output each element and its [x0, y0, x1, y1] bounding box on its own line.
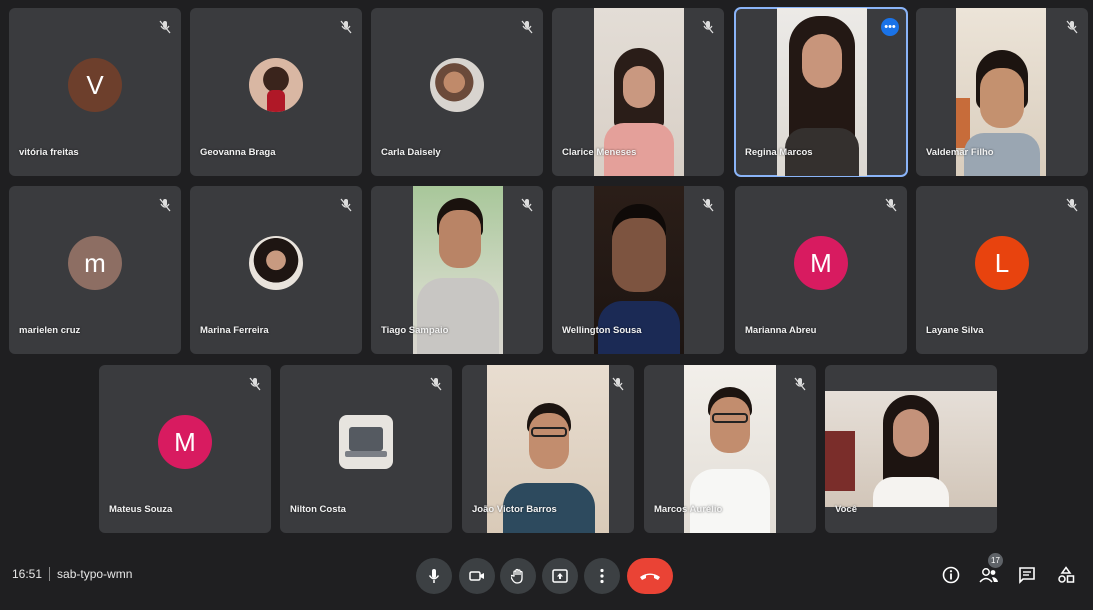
mic-off-icon	[702, 20, 714, 34]
participant-name: Layane Silva	[926, 325, 984, 336]
participant-tile[interactable]: João Victor Barros	[462, 365, 634, 533]
meeting-info: 16:51 sab-typo-wmn	[12, 567, 132, 581]
participant-tile[interactable]: Tiago Sampaio	[371, 186, 543, 354]
participant-name: Wellington Sousa	[562, 325, 642, 336]
mic-icon	[428, 569, 440, 583]
mic-off-icon	[249, 377, 261, 391]
mic-off-icon	[340, 198, 352, 212]
participant-name: Nilton Costa	[290, 504, 346, 515]
call-controls-bar: 16:51 sab-typo-wmn 17	[0, 548, 1093, 610]
hand-icon	[511, 568, 523, 584]
participant-avatar: V	[68, 58, 122, 113]
participant-photo	[249, 236, 303, 291]
mic-off-icon	[794, 377, 806, 391]
mic-off-icon	[159, 198, 171, 212]
mic-off-icon	[885, 198, 897, 212]
participant-tile[interactable]: V vitória freitas	[9, 8, 181, 176]
participant-name: Mateus Souza	[109, 504, 173, 515]
participant-photo	[339, 415, 393, 470]
meet-call-window: V vitória freitas Geovanna Braga Carla D…	[0, 0, 1093, 610]
divider	[49, 567, 51, 581]
camera-button[interactable]	[459, 558, 495, 594]
mic-off-icon	[340, 20, 352, 34]
participant-photo	[430, 58, 484, 113]
participant-tile[interactable]: Nilton Costa	[280, 365, 452, 533]
mic-off-icon	[521, 198, 533, 212]
participant-tile[interactable]: Marina Ferreira	[190, 186, 362, 354]
mic-off-icon	[521, 20, 533, 34]
participant-tile[interactable]: M Mateus Souza	[99, 365, 271, 533]
chat-button[interactable]	[1014, 562, 1040, 588]
participant-name: Marina Ferreira	[200, 325, 269, 336]
participant-name: Valdemar Filho	[926, 147, 994, 158]
mic-off-icon	[702, 198, 714, 212]
participant-name: Marcos Aurélio	[654, 504, 723, 515]
mic-off-icon	[430, 377, 442, 391]
participant-video	[825, 391, 997, 507]
participant-tile[interactable]: M Marianna Abreu	[735, 186, 907, 354]
present-screen-button[interactable]	[542, 558, 578, 594]
participant-tile[interactable]: Marcos Aurélio	[644, 365, 816, 533]
mic-button[interactable]	[416, 558, 452, 594]
clock-time: 16:51	[12, 567, 43, 581]
participant-avatar: M	[158, 415, 212, 470]
info-icon	[942, 566, 960, 584]
participant-name: Você	[835, 504, 858, 515]
mic-off-icon	[612, 377, 624, 391]
activities-icon	[1058, 566, 1075, 583]
participant-avatar: m	[68, 236, 122, 291]
mic-off-icon	[1066, 198, 1078, 212]
end-call-icon	[640, 573, 660, 580]
participant-name: Tiago Sampaio	[381, 325, 449, 336]
participant-tile[interactable]: Carla Daisely	[371, 8, 543, 176]
participant-avatar: L	[975, 236, 1029, 291]
participant-avatar: M	[794, 236, 848, 291]
meeting-code: sab-typo-wmn	[57, 567, 133, 581]
participant-tile[interactable]: L Layane Silva	[916, 186, 1088, 354]
camera-icon	[469, 571, 484, 581]
present-screen-icon	[552, 569, 568, 583]
mic-off-icon	[1066, 20, 1078, 34]
participant-tile[interactable]: m marielen cruz	[9, 186, 181, 354]
participant-name: João Victor Barros	[472, 504, 557, 515]
participant-tile[interactable]: Geovanna Braga	[190, 8, 362, 176]
more-options-button[interactable]	[584, 558, 620, 594]
people-icon	[979, 568, 998, 583]
participant-photo	[249, 58, 303, 113]
participant-tile[interactable]: Clarice Meneses	[552, 8, 724, 176]
mic-off-icon	[159, 20, 171, 34]
participant-name: Carla Daisely	[381, 147, 441, 158]
people-button[interactable]: 17	[976, 553, 1003, 588]
more-options-icon[interactable]: •••	[881, 18, 899, 36]
participant-name: Geovanna Braga	[200, 147, 276, 158]
activities-button[interactable]	[1053, 562, 1079, 588]
participant-name: vitória freitas	[19, 147, 79, 158]
participant-tile-active[interactable]: ••• Regina Marcos	[734, 7, 908, 177]
participant-name: Clarice Meneses	[562, 147, 637, 158]
meeting-details-button[interactable]	[938, 562, 964, 588]
participant-name: Regina Marcos	[745, 147, 813, 158]
participant-name: Marianna Abreu	[745, 325, 817, 336]
participant-tile[interactable]: Wellington Sousa	[552, 186, 724, 354]
more-options-icon	[600, 568, 604, 584]
participant-tile[interactable]: Valdemar Filho	[916, 8, 1088, 176]
participant-name: marielen cruz	[19, 325, 81, 336]
participant-tile-self[interactable]: Você	[825, 365, 997, 533]
raise-hand-button[interactable]	[500, 558, 536, 594]
end-call-button[interactable]	[627, 558, 673, 594]
participants-count-badge: 17	[988, 553, 1003, 568]
chat-icon	[1019, 567, 1035, 584]
